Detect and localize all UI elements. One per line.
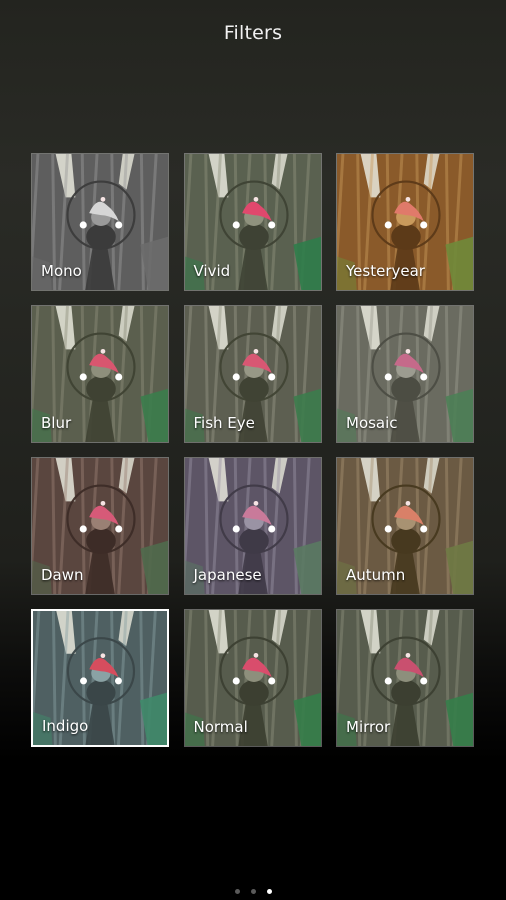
filter-tile-vivid[interactable]: Vivid [183, 153, 322, 291]
filter-label: Dawn [41, 566, 84, 584]
filter-tile-normal[interactable]: Normal [183, 609, 322, 747]
page-title: Filters [223, 22, 283, 44]
filter-tile-mono[interactable]: Mono [31, 153, 169, 291]
filter-label: Normal [193, 718, 248, 736]
filter-tile-indigo[interactable]: Indigo [31, 609, 169, 747]
filter-tile-japanese[interactable]: Japanese [183, 457, 322, 595]
filter-label: Yesteryear [346, 262, 425, 280]
filter-label: Indigo [42, 717, 89, 735]
filter-label: Vivid [193, 262, 231, 280]
page-indicator [0, 889, 506, 894]
filter-label: Japanese [193, 566, 262, 584]
filter-label: Mosaic [346, 414, 398, 432]
page-dot-2[interactable] [250, 889, 256, 894]
filter-label: Mirror [346, 718, 391, 736]
filter-label: Blur [41, 414, 72, 432]
filter-grid: Mono Vivid Yesteryear Blur Fish Eye Mosaic Daw… [31, 153, 474, 747]
filter-tile-mosaic[interactable]: Mosaic [336, 305, 474, 443]
filter-tile-autumn[interactable]: Autumn [336, 457, 474, 595]
filter-tile-fish-eye[interactable]: Fish Eye [183, 305, 322, 443]
filter-label: Fish Eye [193, 414, 255, 432]
filter-label: Mono [41, 262, 82, 280]
page-dot-3[interactable] [266, 889, 272, 894]
filter-label: Autumn [346, 566, 406, 584]
filter-tile-dawn[interactable]: Dawn [31, 457, 169, 595]
filter-tile-blur[interactable]: Blur [31, 305, 169, 443]
page-dot-1[interactable] [234, 889, 240, 894]
filter-tile-mirror[interactable]: Mirror [336, 609, 474, 747]
filter-tile-yesteryear[interactable]: Yesteryear [336, 153, 474, 291]
